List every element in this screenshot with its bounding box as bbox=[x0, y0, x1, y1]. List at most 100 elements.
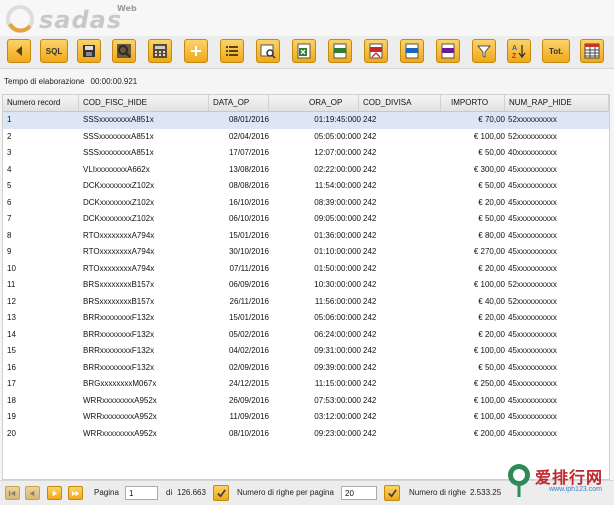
table-view-button[interactable] bbox=[580, 39, 604, 63]
last-page-button[interactable] bbox=[68, 486, 83, 500]
total-pages-value: 126.663 bbox=[177, 488, 206, 497]
cell-record-number: 1 bbox=[7, 115, 12, 124]
watermark-text: 爱排行网 bbox=[535, 468, 604, 487]
cell-record-number: 16 bbox=[7, 362, 16, 372]
calculator-button[interactable] bbox=[148, 39, 172, 63]
cell-record-number: 10 bbox=[7, 263, 16, 273]
cell-cod-fisc: WRRxxxxxxxxA952x bbox=[83, 395, 157, 405]
report-search-button[interactable] bbox=[256, 39, 280, 63]
cell-record-number: 6 bbox=[7, 197, 12, 207]
search-button[interactable] bbox=[112, 39, 136, 63]
cell-cod-divisa: 242 bbox=[363, 362, 377, 372]
cell-record-number: 19 bbox=[7, 412, 16, 421]
page-number-input[interactable] bbox=[125, 486, 158, 500]
back-button[interactable] bbox=[7, 39, 31, 63]
table-row[interactable]: 18 WRRxxxxxxxxA952x 26/09/2016 07:53:00:000… bbox=[3, 393, 609, 410]
go-to-page-button[interactable] bbox=[213, 485, 229, 501]
table-row[interactable]: 10 RTOxxxxxxxxA794x 07/11/2016 01:50:00:000… bbox=[3, 261, 609, 278]
save-button[interactable] bbox=[77, 39, 101, 63]
apply-rows-per-page-button[interactable] bbox=[384, 485, 400, 501]
table-row[interactable]: 1 SSSxxxxxxxxA851x 08/01/2016 01:19:45:000 2… bbox=[3, 112, 609, 129]
table-icon bbox=[584, 43, 600, 59]
cell-num-rap: 45xxxxxxxxxx bbox=[508, 329, 557, 339]
previous-page-button[interactable] bbox=[25, 486, 40, 500]
rows-per-page-input[interactable] bbox=[341, 486, 377, 500]
cell-ora-op: 06:24:00:000 bbox=[314, 329, 361, 339]
cell-importo: € 20,00 bbox=[478, 329, 505, 339]
cell-data-op: 17/07/2016 bbox=[228, 148, 269, 157]
cell-ora-op: 08:39:00:000 bbox=[314, 197, 361, 207]
cell-ora-op: 11:15:00:000 bbox=[314, 379, 361, 388]
cell-importo: € 20,00 bbox=[478, 313, 505, 322]
sort-button[interactable]: AZ bbox=[507, 39, 531, 63]
column-header-ora-op[interactable]: ORA_OP bbox=[269, 95, 359, 111]
cell-importo: € 50,00 bbox=[478, 181, 505, 190]
watermark-url: www.iph123.com bbox=[549, 486, 602, 493]
add-button[interactable] bbox=[184, 39, 208, 63]
first-page-button[interactable] bbox=[5, 486, 20, 500]
table-row[interactable]: 19 WRRxxxxxxxxA952x 11/09/2016 03:12:00:000… bbox=[3, 409, 609, 426]
cell-importo: € 50,00 bbox=[478, 148, 505, 157]
rows-per-page-label: Numero di righe per pagina bbox=[237, 488, 334, 497]
table-row[interactable]: 6 DCKxxxxxxxxZ102x 16/10/2016 08:39:00:000 2… bbox=[3, 195, 609, 212]
table-row[interactable]: 13 BRRxxxxxxxxF132x 15/01/2016 05:06:00:000… bbox=[3, 310, 609, 327]
table-row[interactable]: 16 BRRxxxxxxxxF132x 02/09/2016 09:39:00:000… bbox=[3, 360, 609, 377]
table-row[interactable]: 17 BRGxxxxxxxxM067x 24/12/2015 11:15:00:000… bbox=[3, 376, 609, 393]
table-row[interactable]: 20 WRRxxxxxxxxA952x 08/10/2016 09:23:00:000… bbox=[3, 426, 609, 443]
cell-cod-fisc: WRRxxxxxxxxA952x bbox=[83, 412, 157, 421]
cell-ora-op: 11:56:00:000 bbox=[314, 296, 361, 306]
table-row[interactable]: 14 BRRxxxxxxxxF132x 05/02/2016 06:24:00:000… bbox=[3, 327, 609, 344]
table-row[interactable]: 3 SSSxxxxxxxxA851x 17/07/2016 12:07:00:000 2… bbox=[3, 145, 609, 162]
app-header: sadas Web bbox=[0, 0, 614, 36]
list-button[interactable] bbox=[220, 39, 244, 63]
cell-cod-divisa: 242 bbox=[363, 263, 377, 273]
sql-button[interactable]: SQL bbox=[40, 39, 68, 63]
next-page-button[interactable] bbox=[47, 486, 62, 500]
cell-num-rap: 45xxxxxxxxxx bbox=[508, 247, 557, 256]
table-row[interactable]: 5 DCKxxxxxxxxZ102x 08/08/2016 11:54:00:000 2… bbox=[3, 178, 609, 195]
cell-num-rap: 45xxxxxxxxxx bbox=[508, 263, 557, 273]
filter-button[interactable] bbox=[472, 39, 496, 63]
of-label: di bbox=[166, 488, 173, 497]
column-header-num-rap-hide[interactable]: NUM_RAP_HIDE bbox=[505, 95, 609, 111]
elaboration-time: Tempo di elaborazione 00:00:00.921 bbox=[4, 77, 143, 86]
column-header-cod-fisc-hide[interactable]: COD_FISC_HIDE bbox=[79, 95, 209, 111]
table-row[interactable]: 2 SSSxxxxxxxxA851x 02/04/2016 05:05:00:000 2… bbox=[3, 129, 609, 146]
cell-record-number: 17 bbox=[7, 379, 16, 388]
column-header-importo[interactable]: IMPORTO bbox=[441, 95, 505, 111]
cell-cod-divisa: 242 bbox=[363, 164, 377, 174]
cell-record-number: 15 bbox=[7, 346, 16, 355]
cell-cod-divisa: 242 bbox=[363, 131, 377, 141]
export-txt-button[interactable] bbox=[400, 39, 424, 63]
table-row[interactable]: 11 BRSxxxxxxxxB157x 06/09/2016 10:30:00:000… bbox=[3, 277, 609, 294]
table-row[interactable]: 4 VLIxxxxxxxxA662x 13/08/2016 02:22:00:000 2… bbox=[3, 162, 609, 179]
cell-record-number: 14 bbox=[7, 329, 16, 339]
table-row[interactable]: 7 DCKxxxxxxxxZ102x 06/10/2016 09:05:00:000 2… bbox=[3, 211, 609, 228]
cell-cod-divisa: 242 bbox=[363, 428, 377, 438]
cell-data-op: 13/08/2016 bbox=[228, 164, 269, 174]
cell-data-op: 07/11/2016 bbox=[229, 263, 269, 273]
table-row[interactable]: 15 BRRxxxxxxxxF132x 04/02/2016 09:31:00:000… bbox=[3, 343, 609, 360]
table-row[interactable]: 8 RTOxxxxxxxxA794x 15/01/2016 01:36:00:000 2… bbox=[3, 228, 609, 245]
cell-data-op: 02/04/2016 bbox=[228, 131, 269, 141]
column-header-numero-record[interactable]: Numero record bbox=[3, 95, 79, 111]
cell-importo: € 200,00 bbox=[473, 428, 505, 438]
cell-importo: € 100,00 bbox=[473, 346, 505, 355]
export-pdf-button[interactable] bbox=[364, 39, 388, 63]
export-csv-button[interactable] bbox=[328, 39, 352, 63]
column-header-cod-divisa[interactable]: COD_DIVISA bbox=[359, 95, 441, 111]
sort-az-icon: AZ bbox=[512, 45, 526, 59]
table-row[interactable]: 12 BRSxxxxxxxxB157x 26/11/2016 11:56:00:000… bbox=[3, 294, 609, 311]
table-row[interactable]: 9 RTOxxxxxxxxA794x 30/10/2016 01:10:00:000 2… bbox=[3, 244, 609, 261]
logo-swirl-icon bbox=[6, 5, 34, 33]
cell-importo: € 300,00 bbox=[473, 164, 505, 174]
cell-num-rap: 45xxxxxxxxxx bbox=[508, 313, 557, 322]
column-header-data-op[interactable]: DATA_OP bbox=[209, 95, 269, 111]
export-dbf-button[interactable] bbox=[436, 39, 460, 63]
sadas-logo: sadas Web bbox=[5, 4, 137, 34]
totals-button[interactable]: Tot. bbox=[542, 39, 570, 63]
cell-importo: € 40,00 bbox=[478, 296, 505, 306]
cell-data-op: 06/09/2016 bbox=[228, 280, 269, 289]
export-excel-button[interactable] bbox=[292, 39, 316, 63]
checkmark-icon bbox=[216, 488, 226, 498]
